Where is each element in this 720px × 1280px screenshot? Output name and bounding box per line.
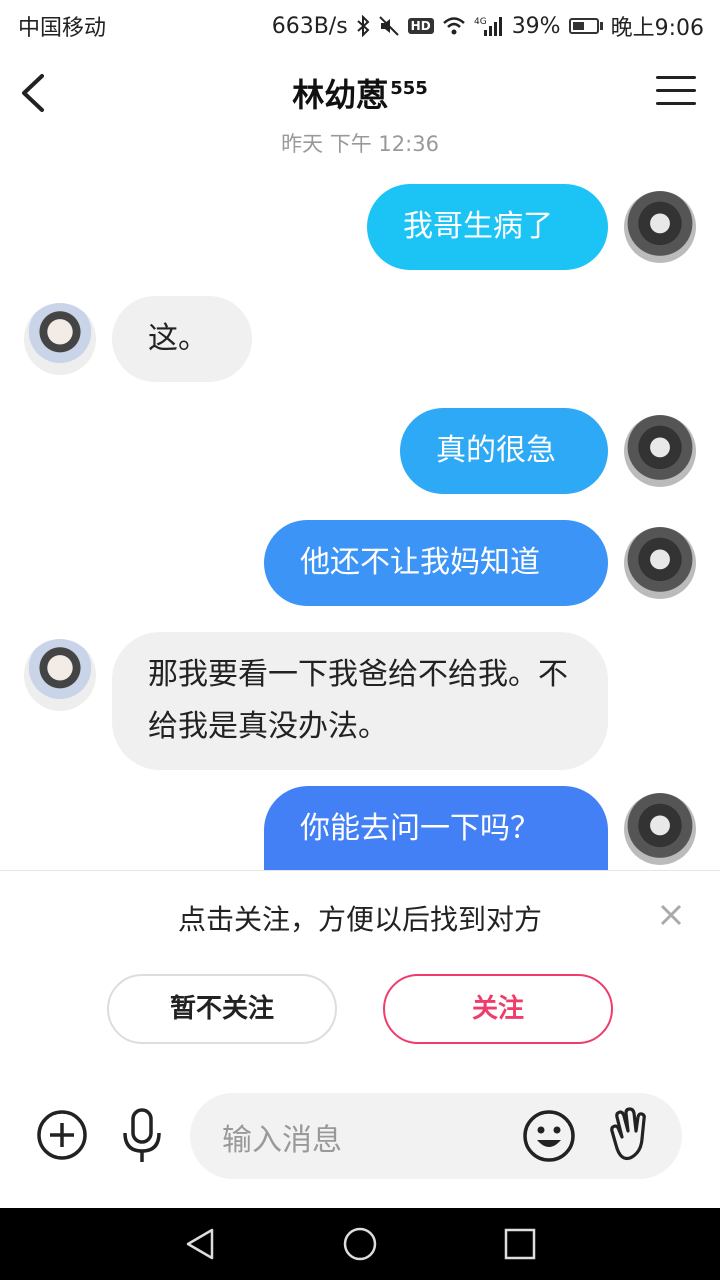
- battery-percent: 39%: [511, 13, 561, 39]
- avatar[interactable]: [24, 639, 96, 711]
- contact-name-suffix: 555: [390, 78, 428, 100]
- divider: [0, 870, 720, 871]
- bluetooth-icon: [356, 15, 370, 37]
- battery-icon: [568, 18, 603, 34]
- input-placeholder: 输入消息: [222, 1123, 342, 1158]
- plus-icon[interactable]: [36, 1109, 88, 1161]
- message-bubble-sent[interactable]: 他还不让我妈知道: [264, 520, 608, 606]
- carrier-name: 中国移动: [18, 16, 107, 41]
- message-timestamp: 昨天 下午 12:36: [281, 132, 439, 156]
- nav-back-icon[interactable]: [182, 1226, 218, 1262]
- not-follow-button[interactable]: 暂不关注: [107, 974, 337, 1044]
- clock: 晚上9:06: [610, 16, 704, 41]
- follow-prompt: 点击关注，方便以后找到对方: [177, 903, 542, 936]
- svg-text:4G: 4G: [474, 17, 487, 27]
- page-title: 林幼蒽 555: [0, 70, 720, 116]
- avatar[interactable]: [624, 527, 696, 599]
- avatar[interactable]: [24, 303, 96, 375]
- avatar[interactable]: [624, 793, 696, 865]
- message-bubble-received[interactable]: 那我要看一下我爸给不给我。不给我是真没办法。: [112, 632, 608, 770]
- message-bubble-sent[interactable]: 我哥生病了: [367, 184, 608, 270]
- close-icon[interactable]: [656, 900, 686, 930]
- input-bar: 输入消息: [0, 1085, 720, 1195]
- contact-name: 林幼蒽: [292, 76, 389, 114]
- nav-home-icon[interactable]: [342, 1226, 378, 1262]
- nav-recents-icon[interactable]: [502, 1226, 538, 1262]
- menu-icon[interactable]: [656, 76, 696, 108]
- avatar[interactable]: [624, 415, 696, 487]
- status-bar: 中国移动 663B/s HD 4G 39% 晚上9:06: [0, 0, 720, 48]
- follow-button[interactable]: 关注: [383, 974, 613, 1044]
- emoji-icon[interactable]: [522, 1109, 576, 1163]
- navigation-bar: [0, 1208, 720, 1280]
- wave-hand-icon[interactable]: [604, 1105, 656, 1165]
- chat-header: 林幼蒽 555: [0, 48, 720, 140]
- message-bubble-sent[interactable]: 你能去问一下吗？: [264, 786, 608, 870]
- mute-icon: [378, 15, 400, 37]
- wifi-icon: [442, 16, 466, 36]
- message-bubble-received[interactable]: 这。: [112, 296, 252, 382]
- message-bubble-sent[interactable]: 真的很急: [400, 408, 608, 494]
- avatar[interactable]: [624, 191, 696, 263]
- message-input[interactable]: 输入消息: [190, 1093, 682, 1179]
- status-icons: 663B/s HD 4G 39% 晚上9:06: [272, 10, 704, 42]
- hd-badge: HD: [407, 18, 434, 34]
- signal-icon: 4G: [474, 15, 504, 37]
- network-speed: 663B/s: [271, 13, 348, 39]
- microphone-icon[interactable]: [118, 1107, 166, 1165]
